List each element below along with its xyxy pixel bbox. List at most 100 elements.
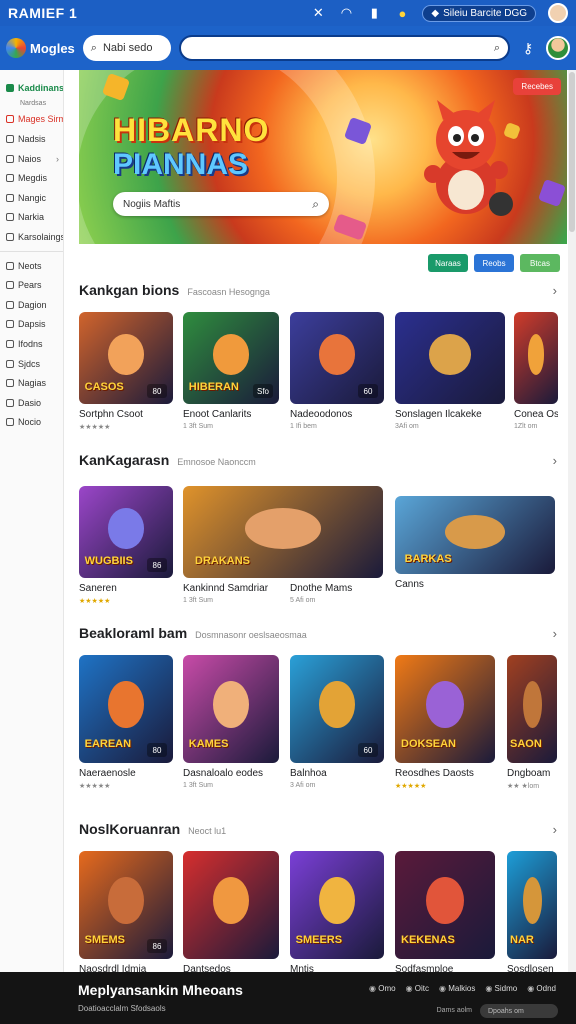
hero-badge[interactable]: Recebes xyxy=(513,78,561,95)
game-card[interactable]: EAREAN 80 Naeraenosle ★★★★★ xyxy=(79,655,173,790)
game-section: KanKagarasn Emnosoe Naonccm › WUGBIIS 86 Sane… xyxy=(79,452,557,636)
game-thumbnail[interactable] xyxy=(395,312,505,404)
game-card[interactable]: 60 Nadeoodonos 1 Ifi bem xyxy=(290,312,384,430)
search-input[interactable]: ⌕ xyxy=(178,35,510,61)
game-thumbnail[interactable]: NAR xyxy=(507,851,557,959)
game-thumbnail[interactable]: EAREAN 80 xyxy=(79,655,173,763)
footer-link[interactable]: Sidmo xyxy=(485,984,518,993)
user-avatar[interactable] xyxy=(546,36,570,60)
app-logo[interactable]: Mogles xyxy=(6,38,75,58)
game-thumbnail[interactable]: WUGBIIS 86 xyxy=(79,486,173,578)
character-illustration xyxy=(108,876,144,925)
close-icon[interactable]: ✕ xyxy=(310,5,326,21)
sidebar-item[interactable]: Dasio xyxy=(0,393,63,413)
sidebar-item[interactable]: Nagias xyxy=(0,373,63,393)
chevron-right-icon[interactable]: › xyxy=(553,626,557,641)
character-illustration xyxy=(527,334,545,375)
rating-tag: 60 xyxy=(358,743,378,757)
game-thumbnail[interactable]: 60 xyxy=(290,312,384,404)
scrollbar[interactable] xyxy=(568,70,576,972)
key-icon[interactable]: ⚷ xyxy=(518,40,538,57)
game-thumbnail[interactable]: BARKAS xyxy=(395,496,555,574)
game-card[interactable]: KEKENAS Sodfasmploe xyxy=(395,851,495,972)
status-avatar[interactable] xyxy=(548,3,568,23)
footer-link[interactable]: Odnd xyxy=(527,984,556,993)
game-thumbnail[interactable]: KAMES xyxy=(183,655,279,763)
wifi-icon: ◠ xyxy=(340,5,353,20)
scrollbar-thumb[interactable] xyxy=(569,72,575,232)
sidebar-item[interactable]: Nocio xyxy=(0,413,63,433)
thumbnail-title: KEKENAS xyxy=(401,934,455,947)
game-thumbnail[interactable] xyxy=(183,851,279,959)
game-name: Sortphn Csoot xyxy=(79,409,143,420)
game-thumbnail[interactable]: SMEERS xyxy=(290,851,384,959)
sidebar-item[interactable]: Nangic xyxy=(0,188,63,208)
game-card[interactable]: HIBERAN Sfo Enoot Canlarits 1 3ft Sum xyxy=(183,312,279,430)
account-pill[interactable]: ◆ Sileiu Barcite DGG xyxy=(422,4,536,22)
footer-link[interactable]: Omo xyxy=(369,984,395,993)
game-thumbnail[interactable]: CASOS 80 xyxy=(79,312,173,404)
sidebar-item[interactable]: Pears xyxy=(0,275,63,295)
sidebar-item-label: Megdis xyxy=(18,173,48,184)
hero-search-input[interactable]: Nogiis Maftis ⌕ xyxy=(113,192,329,216)
sidebar-item[interactable]: Karsolaings xyxy=(0,227,63,247)
game-thumbnail[interactable]: SAON xyxy=(507,655,557,763)
quick-search[interactable]: ⌕ Nabi sedo xyxy=(82,35,171,61)
filter-chip[interactable]: Naraas xyxy=(428,254,468,272)
game-card[interactable]: NAR Sosdlosen xyxy=(507,851,557,972)
character-illustration xyxy=(522,876,542,925)
game-thumbnail[interactable]: DOKSEAN xyxy=(395,655,495,763)
chevron-right-icon[interactable]: › xyxy=(553,822,557,837)
game-card[interactable]: Sonslagen Ilcakeke 3Afi om xyxy=(395,312,505,430)
game-thumbnail[interactable]: KEKENAS xyxy=(395,851,495,959)
game-card[interactable]: BARKAS Canns xyxy=(395,486,555,593)
game-thumbnail[interactable]: 60 xyxy=(290,655,384,763)
category-icon xyxy=(6,154,14,163)
game-thumbnail[interactable] xyxy=(514,312,558,404)
game-card[interactable]: KAMES Dasnaloalo eodes 1 3ft Sum xyxy=(183,655,279,789)
footer-link[interactable]: Malkios xyxy=(439,984,475,993)
game-card[interactable]: DOKSEAN Reosdhes Daosts ★★★★★ xyxy=(395,655,495,790)
sidebar-item[interactable]: Mages Sirmo xyxy=(0,110,63,130)
game-meta: 5 Afi om xyxy=(290,597,316,604)
filter-chip[interactable]: Reobs xyxy=(474,254,514,272)
hero-banner[interactable]: Recebes HIBARNO PIANNAS Nogiis Maftis ⌕ xyxy=(79,70,567,244)
sidebar-item[interactable]: Narkia xyxy=(0,208,63,228)
bottom-search[interactable]: Dpoahs om xyxy=(480,1004,558,1018)
game-meta: ★★★★★ xyxy=(79,783,111,790)
game-card[interactable]: SMEMS 86 Naosdrdl Idmia xyxy=(79,851,173,972)
sidebar-item[interactable]: Nardsas xyxy=(0,98,63,110)
filter-chip[interactable]: Btcas xyxy=(520,254,560,272)
sidebar-item[interactable]: Ifodns xyxy=(0,334,63,354)
sidebar-item[interactable]: Dagion xyxy=(0,295,63,315)
sidebar-item[interactable]: Naios › xyxy=(0,149,63,169)
game-card[interactable]: SAON Dngboam ★★ ★lom xyxy=(507,655,557,790)
coin-icon[interactable]: ● xyxy=(394,6,410,21)
status-bar: RAMIEF 1 ✕ ◠ ▮ ● ◆ Sileiu Barcite DGG xyxy=(0,0,576,26)
sidebar-item[interactable]: Neots xyxy=(0,256,63,276)
sidebar-item[interactable]: Nadsis xyxy=(0,129,63,149)
game-card[interactable]: Conea Os 1Zlt om xyxy=(514,312,558,430)
sidebar-item[interactable]: Megdis xyxy=(0,168,63,188)
search-icon[interactable]: ⌕ xyxy=(494,42,500,55)
game-card[interactable]: 60 Balnhoa 3 Afi om xyxy=(290,655,384,789)
game-card[interactable]: CASOS 80 Sortphn Csoot ★★★★★ xyxy=(79,312,173,431)
game-thumbnail[interactable]: HIBERAN Sfo xyxy=(183,312,279,404)
chevron-right-icon[interactable]: › xyxy=(553,453,557,468)
game-card[interactable]: SMEERS Mntis xyxy=(290,851,384,972)
card-row: EAREAN 80 Naeraenosle ★★★★★ KAMES Dasnaloalo … xyxy=(79,655,557,805)
sidebar-item[interactable]: Kaddinans xyxy=(0,78,63,98)
app-bar: Mogles ⌕ Nabi sedo ⌕ ⚷ xyxy=(0,26,576,70)
sidebar-item[interactable]: Dapsis xyxy=(0,315,63,335)
game-card[interactable]: Dnothe Mams 5 Afi om xyxy=(290,486,386,604)
footer-link[interactable]: Oitc xyxy=(406,984,429,993)
chevron-right-icon[interactable]: › xyxy=(553,283,557,298)
section-subtitle: Fascoasn Hesognga xyxy=(187,287,270,297)
game-card[interactable]: Dantsedos xyxy=(183,851,279,972)
game-thumbnail[interactable]: SMEMS 86 xyxy=(79,851,173,959)
sidebar-item[interactable]: Sjdcs xyxy=(0,354,63,374)
search-icon[interactable]: ⌕ xyxy=(312,197,319,212)
cube-decoration xyxy=(101,72,131,102)
game-card[interactable]: WUGBIIS 86 Saneren ★★★★★ xyxy=(79,486,173,605)
sidebar-item-label: Dapsis xyxy=(18,319,46,330)
